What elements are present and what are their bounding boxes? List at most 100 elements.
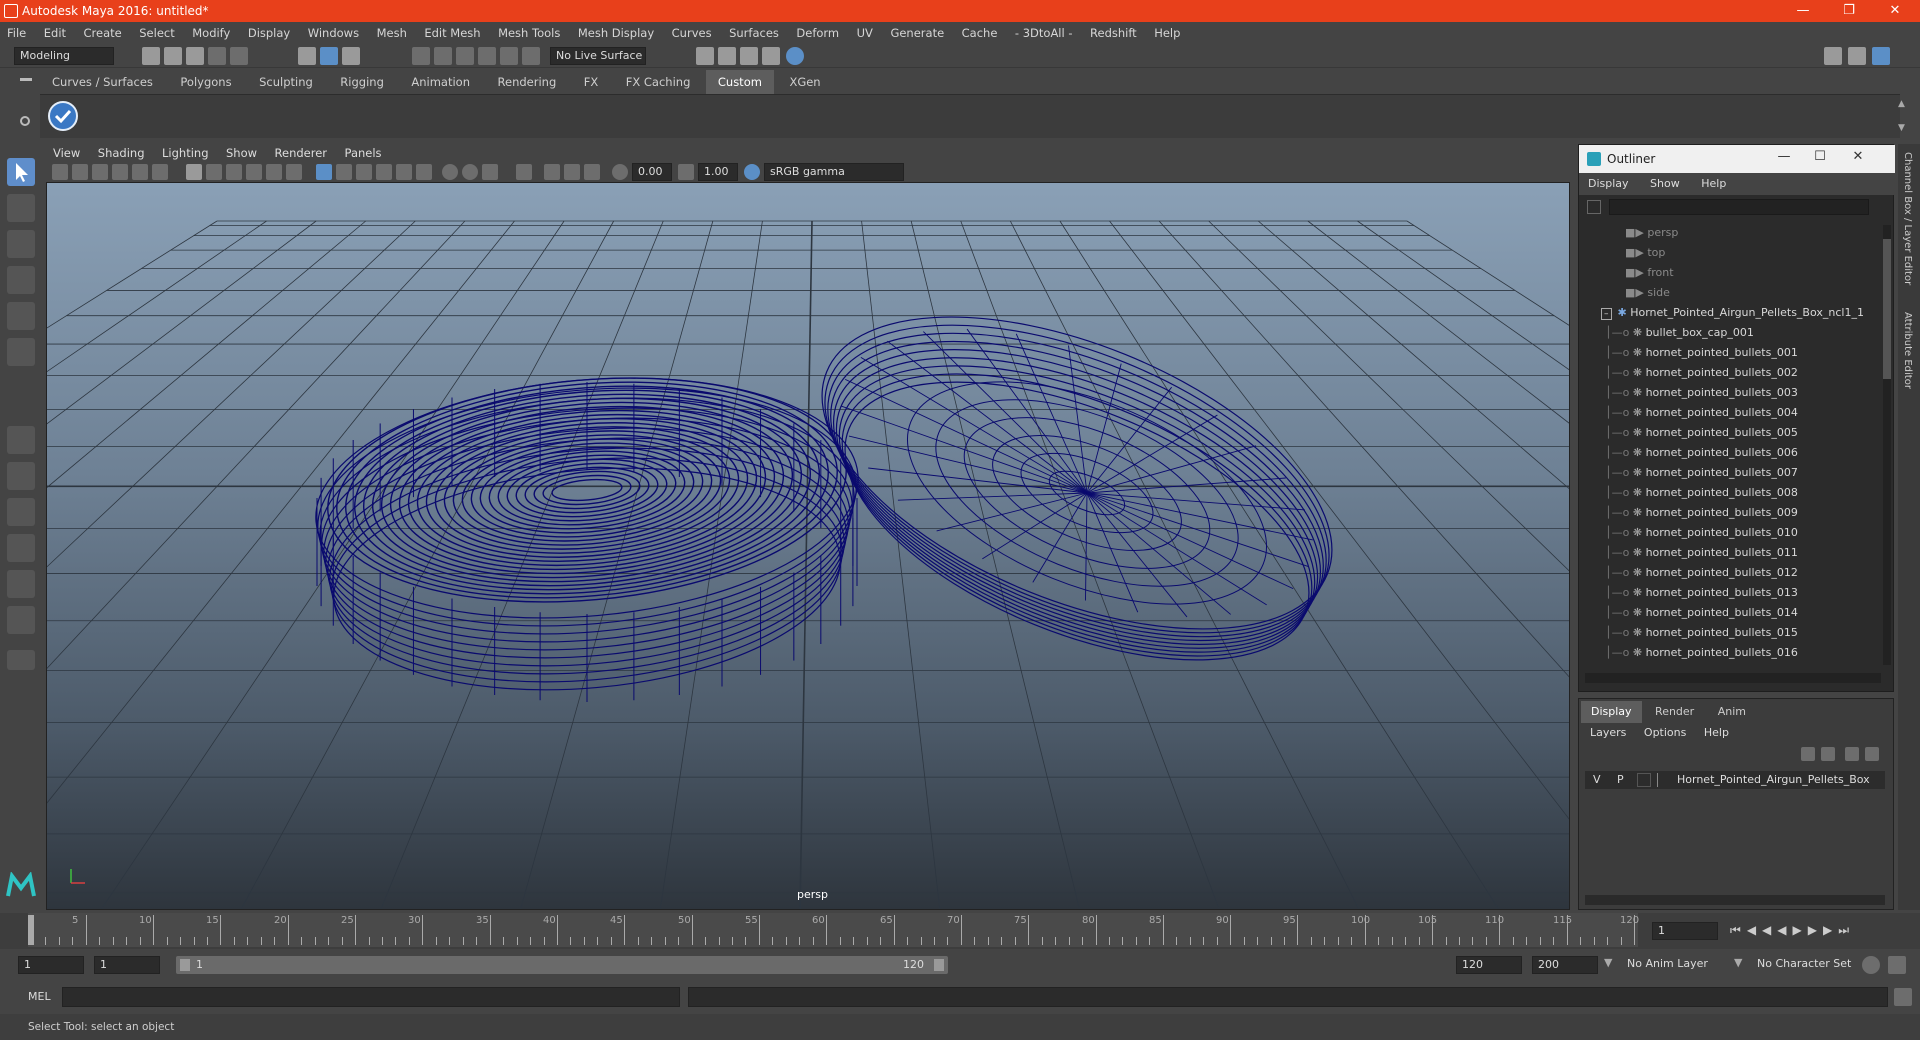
menu-mesh[interactable]: Mesh xyxy=(370,22,414,44)
select-component-icon[interactable] xyxy=(342,47,360,65)
gamma-icon[interactable] xyxy=(678,164,694,180)
shelf-menu-icon[interactable] xyxy=(20,78,32,81)
lasso-tool-icon[interactable] xyxy=(7,194,35,222)
mode-selector[interactable]: Modeling xyxy=(14,47,114,65)
shelf-settings-icon[interactable] xyxy=(20,116,30,126)
xray-joints-icon[interactable] xyxy=(564,164,580,180)
move-tool-icon[interactable] xyxy=(7,266,35,294)
outliner-item-mesh[interactable]: │—o ❋ hornet_pointed_bullets_010 xyxy=(1579,523,1879,543)
image-plane-icon[interactable] xyxy=(112,164,128,180)
menu-mesh-display[interactable]: Mesh Display xyxy=(571,22,661,44)
current-frame-field[interactable]: 1 xyxy=(1652,922,1718,940)
menu-windows[interactable]: Windows xyxy=(301,22,366,44)
gamma-field[interactable]: 1.00 xyxy=(698,163,738,181)
grease-pencil-icon[interactable] xyxy=(152,164,168,180)
layer-tab-render[interactable]: Render xyxy=(1645,701,1704,723)
persp-hypershade-layout-icon[interactable] xyxy=(7,570,35,598)
time-slider-track[interactable]: 5 10 15 20 25 30 35 40 45 50 55 60 65 70 75 80 85 90 95 100… xyxy=(28,913,1639,947)
persp-outliner-layout-icon[interactable] xyxy=(7,498,35,526)
shelf-tab-curves-surfaces[interactable]: Curves / Surfaces xyxy=(40,70,165,94)
bookmark-icon[interactable] xyxy=(92,164,108,180)
go-to-start-icon[interactable]: ⏮ xyxy=(1730,923,1747,937)
isolate-select-icon[interactable] xyxy=(516,164,532,180)
range-slider[interactable]: 1 120 xyxy=(176,956,948,974)
menu-redshift[interactable]: Redshift xyxy=(1083,22,1144,44)
play-forward-icon[interactable]: ▶ xyxy=(1793,923,1808,937)
anim-layer-dropdown-icon[interactable]: ▼ xyxy=(1604,956,1612,969)
range-start-handle[interactable] xyxy=(180,959,190,971)
menu-select[interactable]: Select xyxy=(132,22,181,44)
channel-box-tab[interactable]: Channel Box / Layer Editor xyxy=(1902,152,1913,285)
outliner-maximize-button[interactable]: ☐ xyxy=(1805,149,1835,164)
vp-menu-view[interactable]: View xyxy=(46,142,87,164)
layer-menu-options[interactable]: Options xyxy=(1637,723,1693,743)
outliner-item-mesh[interactable]: │—o ❋ hornet_pointed_bullets_013 xyxy=(1579,583,1879,603)
animation-end-field[interactable]: 200 xyxy=(1532,956,1598,974)
shelf-tab-custom[interactable]: Custom xyxy=(705,70,774,94)
custom-layout-icon[interactable] xyxy=(7,606,35,634)
layer-color-swatch[interactable] xyxy=(1637,773,1651,787)
script-editor-icon[interactable] xyxy=(1894,988,1912,1006)
render-settings-icon[interactable] xyxy=(762,47,780,65)
outliner-item-mesh[interactable]: │—o ❋ hornet_pointed_bullets_014 xyxy=(1579,603,1879,623)
range-end-handle[interactable] xyxy=(934,959,944,971)
animation-prefs-icon[interactable] xyxy=(1888,956,1906,974)
hypershade-icon[interactable] xyxy=(786,47,804,65)
playback-start-field[interactable]: 1 xyxy=(94,956,160,974)
outliner-item-camera[interactable]: ■▶ side xyxy=(1579,283,1879,303)
minimize-button[interactable]: — xyxy=(1780,0,1826,22)
textured-icon[interactable] xyxy=(376,164,392,180)
layer-visibility-toggle[interactable]: V xyxy=(1593,771,1601,789)
menu-cache[interactable]: Cache xyxy=(955,22,1005,44)
step-back-icon[interactable]: ◀ xyxy=(1747,923,1762,937)
close-button[interactable]: ✕ xyxy=(1872,0,1918,22)
rotate-tool-icon[interactable] xyxy=(7,302,35,330)
shelf-tab-animation[interactable]: Animation xyxy=(399,70,482,94)
new-layer-icon[interactable] xyxy=(1845,747,1859,761)
menu-create[interactable]: Create xyxy=(77,22,129,44)
outliner-filter-icon[interactable] xyxy=(1587,200,1601,214)
render-view-icon[interactable] xyxy=(696,47,714,65)
character-set-select[interactable]: No Character Set xyxy=(1752,956,1856,974)
time-slider[interactable]: 5 10 15 20 25 30 35 40 45 50 55 60 65 70 75 80 85 90 95 100… xyxy=(0,913,1920,949)
redo-icon[interactable] xyxy=(230,47,248,65)
grid-toggle-icon[interactable] xyxy=(186,164,202,180)
outliner-item-mesh[interactable]: │—o ❋ hornet_pointed_bullets_003 xyxy=(1579,383,1879,403)
menu-3dtoall[interactable]: - 3DtoAll - xyxy=(1008,22,1080,44)
menu-help[interactable]: Help xyxy=(1147,22,1187,44)
shelf-tab-rigging[interactable]: Rigging xyxy=(328,70,396,94)
shelf-tab-sculpting[interactable]: Sculpting xyxy=(247,70,325,94)
layer-move-down-icon[interactable] xyxy=(1821,747,1835,761)
modeling-toolkit-icon[interactable] xyxy=(1848,47,1866,65)
layer-row[interactable]: V P Hornet_Pointed_Airgun_Pellets_Box xyxy=(1585,771,1885,789)
shelf-tab-xgen[interactable]: XGen xyxy=(777,70,832,94)
layer-menu-help[interactable]: Help xyxy=(1697,723,1736,743)
outliner-menu-display[interactable]: Display xyxy=(1579,173,1638,195)
outliner-item-mesh[interactable]: │—o ❋ hornet_pointed_bullets_001 xyxy=(1579,343,1879,363)
go-to-end-icon[interactable]: ⏭ xyxy=(1838,923,1855,937)
shelf-scroll-down-icon[interactable]: ▼ xyxy=(1898,123,1905,133)
char-set-dropdown-icon[interactable]: ▼ xyxy=(1734,956,1742,969)
outliner-item-mesh[interactable]: │—o ❋ hornet_pointed_bullets_004 xyxy=(1579,403,1879,423)
camera-select-icon[interactable] xyxy=(52,164,68,180)
resolution-gate-icon[interactable] xyxy=(226,164,242,180)
outliner-item-root[interactable]: – ✱ Hornet_Pointed_Airgun_Pellets_Box_ncl… xyxy=(1579,303,1879,323)
xray-icon[interactable] xyxy=(544,164,560,180)
playback-end-field[interactable]: 120 xyxy=(1456,956,1522,974)
shelf-scroll-up-icon[interactable]: ▲ xyxy=(1898,99,1905,109)
channel-box-toggle-icon[interactable] xyxy=(1872,47,1890,65)
layer-move-up-icon[interactable] xyxy=(1801,747,1815,761)
outliner-minimize-button[interactable]: — xyxy=(1769,149,1799,164)
outliner-item-mesh[interactable]: │—o ❋ hornet_pointed_bullets_009 xyxy=(1579,503,1879,523)
menu-modify[interactable]: Modify xyxy=(185,22,237,44)
outliner-item-camera[interactable]: ■▶ top xyxy=(1579,243,1879,263)
outliner-item-mesh[interactable]: │—o ❋ bullet_box_cap_001 xyxy=(1579,323,1879,343)
menu-edit[interactable]: Edit xyxy=(37,22,73,44)
vp-menu-renderer[interactable]: Renderer xyxy=(268,142,335,164)
new-layer-selected-icon[interactable] xyxy=(1865,747,1879,761)
layer-menu-layers[interactable]: Layers xyxy=(1583,723,1633,743)
select-tool-icon[interactable] xyxy=(7,158,35,186)
workspace-icon[interactable] xyxy=(1824,47,1842,65)
animation-start-field[interactable]: 1 xyxy=(18,956,84,974)
new-scene-icon[interactable] xyxy=(142,47,160,65)
